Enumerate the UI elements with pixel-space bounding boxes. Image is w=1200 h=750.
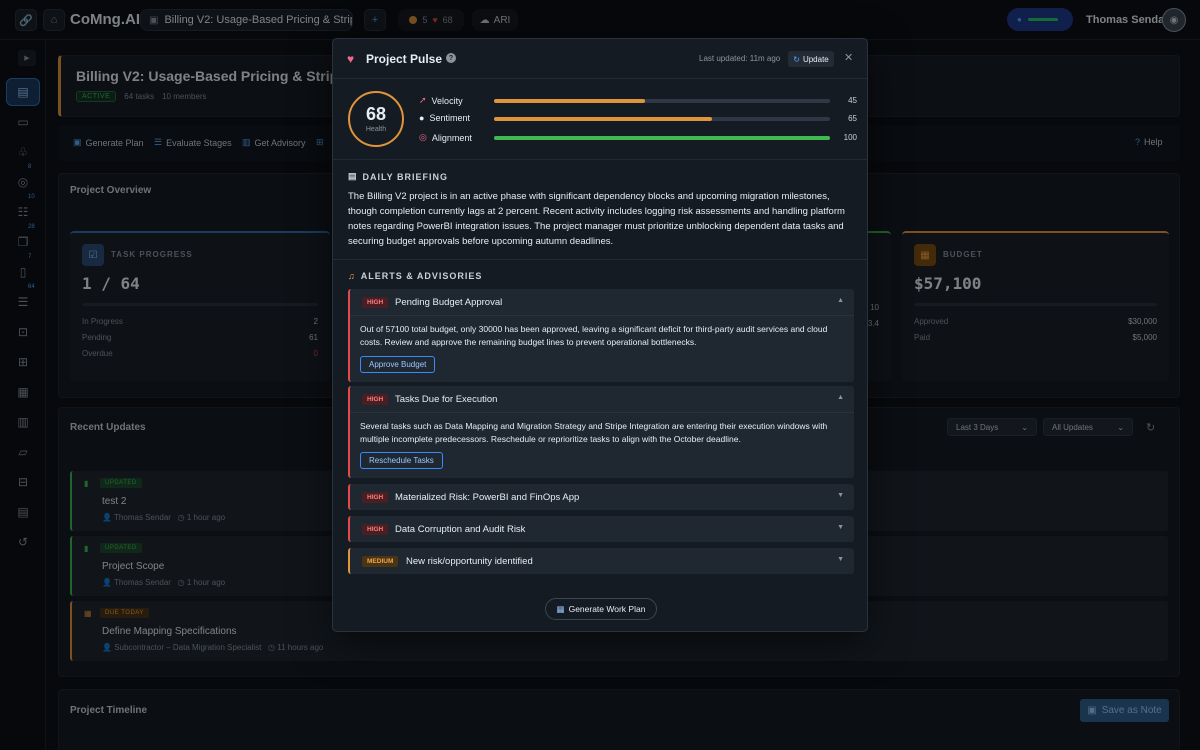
generate-work-plan-label: Generate Work Plan: [568, 604, 646, 614]
alignment-label-group: ◎ Alignment: [419, 132, 472, 143]
alert-tasks-due: HIGH Tasks Due for Execution ▲ Several t…: [348, 386, 854, 478]
divider: [333, 159, 867, 160]
chevron-down-icon: ▼: [837, 556, 844, 563]
velocity-metric: ➚ Velocity 45: [419, 95, 857, 109]
modal-title: Project Pulse: [366, 52, 443, 66]
alert-title: Tasks Due for Execution: [395, 394, 498, 405]
alert-header[interactable]: HIGH Tasks Due for Execution ▲: [350, 386, 854, 412]
sentiment-fill: [494, 117, 713, 121]
divider: [333, 259, 867, 260]
last-updated: Last updated: 11m ago: [699, 54, 781, 63]
speech-bubble-icon: ●: [419, 113, 425, 123]
severity-badge: HIGH: [362, 297, 389, 308]
velocity-value: 45: [848, 96, 857, 105]
health-gauge: 68 Health: [348, 91, 404, 147]
alert-pending-budget: HIGH Pending Budget Approval ▲ Out of 57…: [348, 289, 854, 382]
health-value: 68: [365, 104, 387, 124]
alert-body: Out of 57100 total budget, only 30000 ha…: [360, 324, 828, 347]
target-icon: ◎: [419, 132, 427, 142]
sentiment-track: [494, 117, 830, 121]
clipboard-icon: ▤: [348, 171, 358, 181]
divider: [350, 412, 854, 413]
daily-briefing-text: The Billing V2 project is in an active p…: [348, 191, 845, 247]
calendar-icon: ▦: [556, 603, 565, 614]
alert-new-risk[interactable]: MEDIUM New risk/opportunity identified ▼: [348, 548, 854, 574]
severity-badge: HIGH: [362, 492, 389, 503]
alert-title: New risk/opportunity identified: [406, 556, 533, 567]
approve-budget-button[interactable]: Approve Budget: [360, 356, 436, 373]
alert-title: Data Corruption and Audit Risk: [395, 524, 526, 535]
modal-header: ♥ Project Pulse ? Last updated: 11m ago …: [333, 39, 867, 79]
severity-badge: HIGH: [362, 394, 389, 405]
alignment-track: [494, 136, 830, 140]
alert-title: Pending Budget Approval: [395, 297, 503, 308]
alignment-label: Alignment: [431, 132, 472, 143]
sentiment-label-group: ● Sentiment: [419, 113, 470, 123]
chevron-down-icon: ▼: [837, 524, 844, 531]
alert-header: MEDIUM New risk/opportunity identified ▼: [350, 548, 854, 574]
daily-briefing-title: DAILY BRIEFING: [362, 171, 449, 182]
help-icon[interactable]: ?: [446, 53, 456, 63]
alerts-heading: ♫ ALERTS & ADVISORIES: [348, 271, 482, 281]
chevron-down-icon: ▼: [837, 492, 844, 499]
alert-header: HIGH Materialized Risk: PowerBI and FinO…: [350, 484, 854, 510]
velocity-fill: [494, 99, 646, 103]
refresh-icon: ↻: [793, 54, 800, 64]
alert-header[interactable]: HIGH Pending Budget Approval ▲: [350, 289, 854, 315]
update-button[interactable]: ↻ Update: [788, 51, 834, 67]
reschedule-tasks-button[interactable]: Reschedule Tasks: [360, 452, 443, 469]
sentiment-metric: ● Sentiment 65: [419, 113, 857, 127]
update-label: Update: [802, 54, 829, 64]
severity-badge: HIGH: [362, 524, 389, 535]
project-pulse-modal: ♥ Project Pulse ? Last updated: 11m ago …: [332, 38, 868, 632]
generate-work-plan-button[interactable]: ▦ Generate Work Plan: [545, 598, 657, 620]
alignment-metric: ◎ Alignment 100: [419, 132, 857, 146]
alert-data-corruption[interactable]: HIGH Data Corruption and Audit Risk ▼: [348, 516, 854, 542]
alert-header: HIGH Data Corruption and Audit Risk ▼: [350, 516, 854, 542]
velocity-label-group: ➚ Velocity: [419, 95, 463, 106]
alert-title: Materialized Risk: PowerBI and FinOps Ap…: [395, 492, 580, 503]
chevron-up-icon: ▲: [837, 394, 844, 401]
chevron-up-icon: ▲: [837, 297, 844, 304]
sentiment-value: 65: [848, 114, 857, 123]
close-icon[interactable]: ✕: [844, 51, 853, 64]
velocity-track: [494, 99, 830, 103]
bell-icon: ♫: [348, 271, 356, 281]
alert-body: Several tasks such as Data Mapping and M…: [360, 421, 828, 444]
alerts-title: ALERTS & ADVISORIES: [360, 271, 483, 281]
severity-badge: MEDIUM: [362, 556, 399, 567]
divider: [350, 315, 854, 316]
alignment-value: 100: [843, 133, 857, 142]
daily-briefing-heading: ▤ DAILY BRIEFING: [348, 171, 448, 182]
velocity-label: Velocity: [431, 95, 463, 106]
alignment-fill: [494, 136, 830, 140]
alert-materialized-risk[interactable]: HIGH Materialized Risk: PowerBI and FinO…: [348, 484, 854, 510]
rocket-icon: ➚: [419, 95, 427, 105]
sentiment-label: Sentiment: [429, 113, 470, 123]
health-label: Health: [365, 126, 387, 133]
heart-icon: ♥: [347, 52, 355, 66]
